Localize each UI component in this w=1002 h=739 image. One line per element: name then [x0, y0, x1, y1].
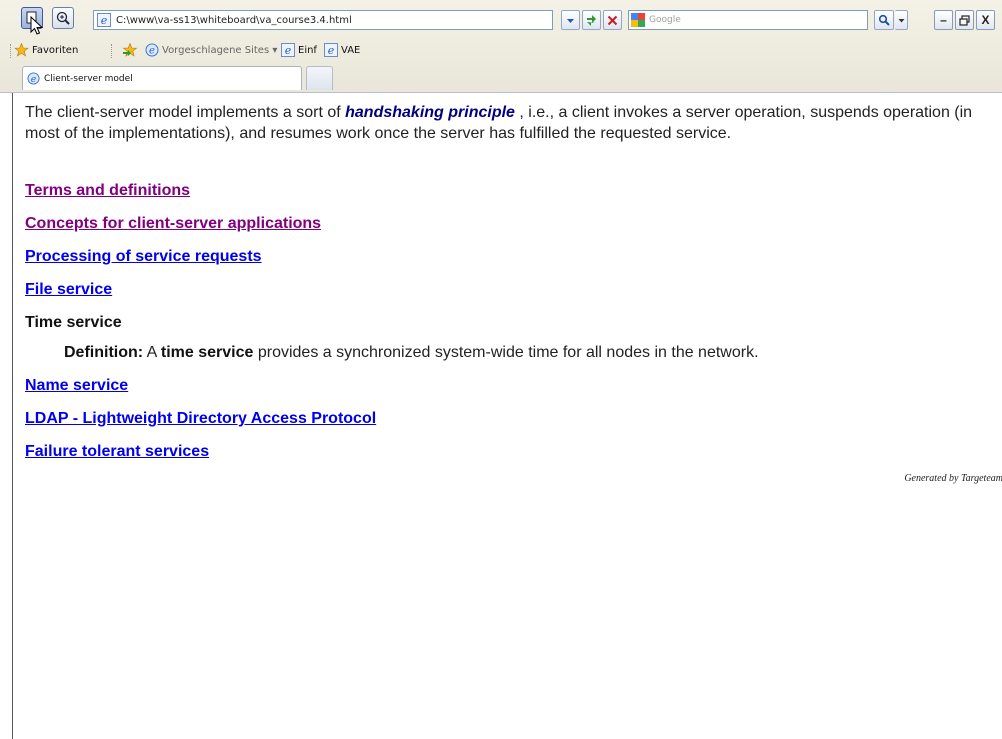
tab-client-server-model[interactable]: e Client-server model	[22, 66, 302, 90]
link-concepts-client-server[interactable]: Concepts for client-server applications	[25, 215, 321, 233]
browser-chrome: e C:\www\va-ss13\whiteboard\va_course3.4…	[0, 0, 1002, 93]
generated-by-footer: Generated by Targeteam	[904, 473, 1002, 484]
definition-term: time service	[160, 344, 254, 361]
add-favorite-icon	[122, 43, 138, 57]
bookmark-einf-label: Einf	[298, 44, 317, 56]
svg-text:e: e	[31, 74, 37, 85]
definition-text: provides a synchronized system-wide time…	[253, 344, 759, 361]
intro-text-before: The client-server model implements a sor…	[25, 104, 346, 121]
definition-block: Definition: A time service provides a sy…	[64, 344, 759, 362]
ie-page-icon: e	[324, 43, 338, 57]
bookmark-vae-label: VAE	[341, 44, 361, 56]
restore-button[interactable]	[955, 10, 974, 30]
bookmark-vae[interactable]: e VAE	[324, 42, 360, 58]
stop-icon	[607, 15, 618, 25]
tab-title: Client-server model	[44, 73, 133, 84]
add-favorite-button[interactable]	[122, 42, 138, 58]
mouse-cursor-icon	[30, 16, 44, 35]
link-file-service[interactable]: File service	[25, 281, 112, 299]
ie-page-icon: e	[281, 43, 295, 57]
address-bar[interactable]: e C:\www\va-ss13\whiteboard\va_course3.4…	[93, 10, 553, 30]
favorites-button[interactable]: Favoriten	[14, 42, 78, 58]
svg-text:e: e	[101, 14, 108, 27]
intro-paragraph: The client-server model implements a sor…	[25, 102, 985, 144]
tab-strip: e Client-server model	[0, 65, 1002, 93]
google-logo-icon	[631, 13, 645, 27]
toolbar-row: e C:\www\va-ss13\whiteboard\va_course3.4…	[0, 4, 1002, 34]
search-input[interactable]: Google	[628, 10, 868, 30]
bookmark-einf[interactable]: e Einf	[281, 42, 317, 58]
minimize-button[interactable]: –	[934, 10, 953, 30]
ie-page-icon: e	[27, 72, 40, 85]
suggested-sites-label: Vorgeschlagene Sites ▾	[162, 44, 278, 56]
search-icon	[878, 14, 890, 26]
magnifier-icon	[56, 11, 70, 25]
svg-text:e: e	[285, 44, 292, 57]
favorites-label: Favoriten	[32, 44, 79, 56]
search-options-button[interactable]	[895, 10, 908, 30]
svg-text:e: e	[328, 44, 335, 57]
star-icon	[14, 43, 29, 57]
link-ldap[interactable]: LDAP - Lightweight Directory Access Prot…	[25, 410, 376, 428]
close-button[interactable]: X	[976, 10, 995, 30]
address-dropdown-button[interactable]	[561, 10, 580, 30]
zoom-button[interactable]	[52, 7, 74, 29]
ie-page-icon: e	[145, 43, 159, 57]
svg-text:e: e	[149, 46, 155, 57]
definition-article: A	[143, 344, 161, 361]
handshaking-principle-term: handshaking principle	[345, 104, 515, 121]
favorites-bar: Favoriten e Vorgeschlagene Sites ▾ e Ein…	[0, 38, 1002, 62]
search-placeholder: Google	[649, 15, 681, 25]
chevron-down-icon	[898, 18, 904, 22]
refresh-icon	[587, 14, 596, 26]
link-name-service[interactable]: Name service	[25, 377, 128, 395]
favorites-divider	[10, 44, 12, 58]
section-heading-time-service: Time service	[25, 314, 122, 331]
page-content: The client-server model implements a sor…	[12, 93, 1002, 739]
link-failure-tolerant-services[interactable]: Failure tolerant services	[25, 443, 209, 461]
refresh-button[interactable]	[582, 10, 601, 30]
link-terms-and-definitions[interactable]: Terms and definitions	[25, 182, 190, 200]
new-tab-button[interactable]	[306, 66, 333, 90]
favorites-divider	[111, 44, 113, 58]
chevron-down-icon	[567, 18, 574, 23]
stop-button[interactable]	[603, 10, 622, 30]
address-url: C:\www\va-ss13\whiteboard\va_course3.4.h…	[116, 14, 352, 26]
suggested-sites-link[interactable]: e Vorgeschlagene Sites ▾	[145, 42, 277, 58]
ie-page-icon: e	[97, 13, 111, 27]
restore-icon	[959, 14, 970, 26]
search-button[interactable]	[874, 10, 894, 30]
definition-label: Definition:	[64, 344, 144, 361]
link-processing-service-requests[interactable]: Processing of service requests	[25, 248, 262, 266]
